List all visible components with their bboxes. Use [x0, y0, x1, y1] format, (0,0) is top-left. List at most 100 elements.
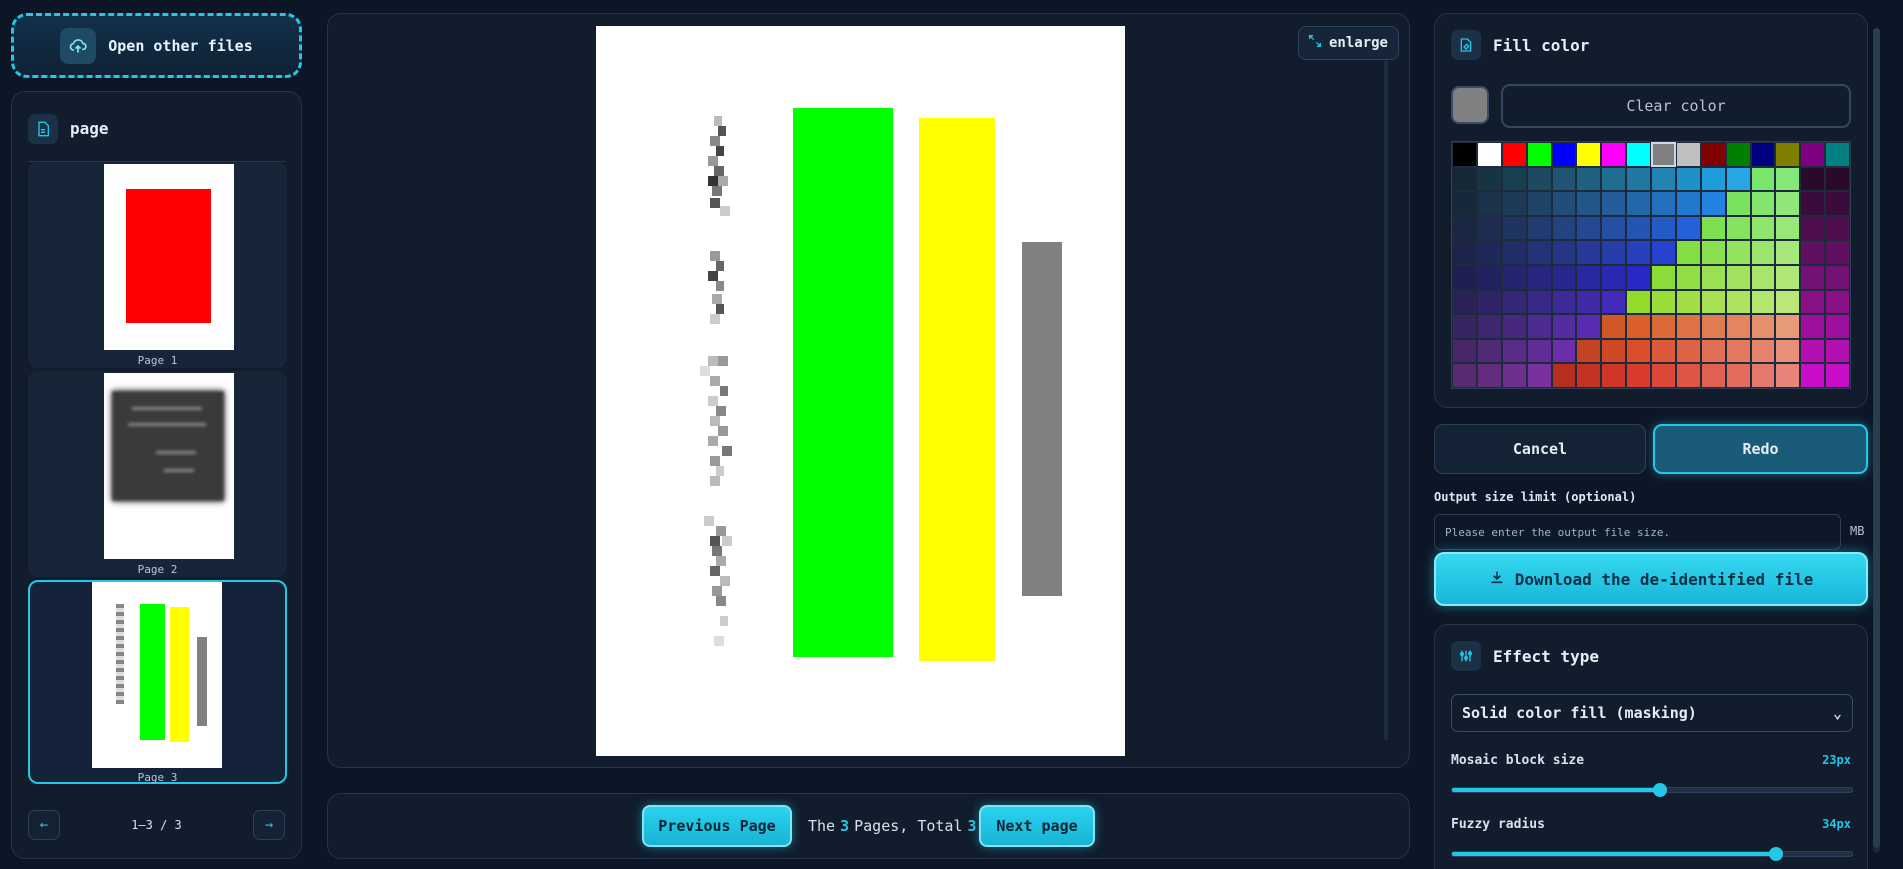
palette-swatch[interactable] [1476, 166, 1502, 192]
palette-swatch[interactable] [1626, 363, 1651, 388]
palette-swatch[interactable] [1526, 191, 1552, 216]
palette-swatch[interactable] [1501, 314, 1527, 339]
palette-swatch[interactable] [1675, 240, 1701, 265]
palette-swatch[interactable] [1775, 240, 1801, 265]
palette-swatch[interactable] [1601, 265, 1627, 290]
palette-swatch[interactable] [1800, 142, 1826, 167]
thumbnail-next-button[interactable]: → [252, 810, 285, 840]
palette-swatch[interactable] [1551, 338, 1577, 364]
palette-swatch[interactable] [1476, 142, 1502, 167]
fuzzy-radius-slider[interactable] [1451, 847, 1853, 861]
palette-swatch[interactable] [1700, 166, 1726, 192]
palette-swatch[interactable] [1476, 215, 1502, 241]
palette-swatch[interactable] [1775, 289, 1801, 315]
palette-swatch[interactable] [1651, 166, 1676, 192]
palette-swatch[interactable] [1651, 289, 1676, 315]
palette-swatch[interactable] [1800, 240, 1826, 265]
palette-swatch[interactable] [1800, 166, 1826, 192]
palette-swatch[interactable] [1775, 338, 1801, 364]
palette-swatch[interactable] [1825, 289, 1850, 315]
palette-swatch[interactable] [1576, 363, 1602, 388]
palette-swatch[interactable] [1501, 142, 1527, 167]
palette-swatch[interactable] [1700, 215, 1726, 241]
palette-swatch[interactable] [1700, 314, 1726, 339]
palette-swatch[interactable] [1452, 240, 1477, 265]
palette-swatch[interactable] [1551, 142, 1577, 167]
palette-swatch[interactable] [1476, 240, 1502, 265]
palette-swatch[interactable] [1452, 289, 1477, 315]
palette-swatch[interactable] [1725, 240, 1751, 265]
palette-swatch[interactable] [1626, 265, 1651, 290]
palette-swatch[interactable] [1576, 166, 1602, 192]
palette-swatch[interactable] [1675, 338, 1701, 364]
palette-swatch[interactable] [1551, 240, 1577, 265]
page-scrollbar-thumb[interactable] [1873, 28, 1880, 848]
palette-swatch[interactable] [1651, 338, 1676, 364]
palette-swatch[interactable] [1501, 166, 1527, 192]
palette-swatch[interactable] [1452, 166, 1477, 192]
palette-swatch[interactable] [1675, 265, 1701, 290]
palette-swatch[interactable] [1551, 166, 1577, 192]
gray-mask-block[interactable] [1022, 242, 1062, 596]
palette-swatch[interactable] [1501, 363, 1527, 388]
palette-swatch[interactable] [1750, 363, 1776, 388]
palette-swatch[interactable] [1750, 265, 1776, 290]
clear-color-button[interactable]: Clear color [1501, 84, 1851, 128]
palette-swatch[interactable] [1452, 215, 1477, 241]
palette-swatch[interactable] [1651, 240, 1676, 265]
open-other-files-button[interactable]: Open other files [11, 13, 302, 78]
palette-swatch[interactable] [1651, 265, 1676, 290]
palette-swatch[interactable] [1675, 142, 1701, 167]
palette-swatch[interactable] [1700, 338, 1726, 364]
palette-swatch[interactable] [1750, 289, 1776, 315]
palette-swatch[interactable] [1725, 215, 1751, 241]
palette-swatch[interactable] [1551, 215, 1577, 241]
palette-swatch[interactable] [1576, 191, 1602, 216]
palette-swatch[interactable] [1526, 265, 1552, 290]
palette-swatch[interactable] [1476, 289, 1502, 315]
palette-swatch[interactable] [1601, 166, 1627, 192]
palette-swatch[interactable] [1750, 142, 1776, 167]
palette-swatch[interactable] [1825, 191, 1850, 216]
palette-swatch[interactable] [1725, 338, 1751, 364]
palette-swatch[interactable] [1775, 215, 1801, 241]
palette-swatch[interactable] [1725, 142, 1751, 167]
palette-swatch[interactable] [1675, 215, 1701, 241]
palette-swatch[interactable] [1526, 240, 1552, 265]
palette-swatch[interactable] [1452, 142, 1477, 167]
palette-swatch[interactable] [1601, 142, 1627, 167]
palette-swatch[interactable] [1825, 265, 1850, 290]
palette-swatch[interactable] [1476, 363, 1502, 388]
palette-swatch[interactable] [1725, 191, 1751, 216]
yellow-mask-block[interactable] [919, 118, 995, 661]
palette-swatch[interactable] [1576, 314, 1602, 339]
next-page-button[interactable]: Next page [979, 805, 1095, 847]
palette-swatch[interactable] [1626, 215, 1651, 241]
palette-swatch[interactable] [1825, 338, 1850, 364]
download-button[interactable]: Download the de-identified file [1434, 552, 1868, 606]
palette-swatch[interactable] [1551, 363, 1577, 388]
fuzzy-slider-thumb[interactable] [1769, 847, 1783, 861]
palette-swatch[interactable] [1800, 363, 1826, 388]
palette-swatch[interactable] [1775, 265, 1801, 290]
palette-swatch[interactable] [1750, 166, 1776, 192]
palette-swatch[interactable] [1526, 142, 1552, 167]
palette-swatch[interactable] [1526, 314, 1552, 339]
redo-button[interactable]: Redo [1653, 424, 1868, 474]
palette-swatch[interactable] [1476, 314, 1502, 339]
palette-swatch[interactable] [1825, 215, 1850, 241]
palette-swatch[interactable] [1651, 142, 1676, 167]
palette-swatch[interactable] [1750, 314, 1776, 339]
palette-swatch[interactable] [1452, 191, 1477, 216]
palette-swatch[interactable] [1476, 265, 1502, 290]
palette-swatch[interactable] [1601, 314, 1627, 339]
palette-swatch[interactable] [1825, 314, 1850, 339]
palette-swatch[interactable] [1725, 166, 1751, 192]
output-size-input[interactable] [1434, 514, 1841, 550]
palette-swatch[interactable] [1651, 314, 1676, 339]
palette-swatch[interactable] [1551, 265, 1577, 290]
page-canvas[interactable] [596, 26, 1125, 756]
palette-swatch[interactable] [1825, 240, 1850, 265]
palette-swatch[interactable] [1601, 215, 1627, 241]
effect-type-select[interactable]: Solid color fill (masking) ⌄ [1451, 694, 1853, 732]
